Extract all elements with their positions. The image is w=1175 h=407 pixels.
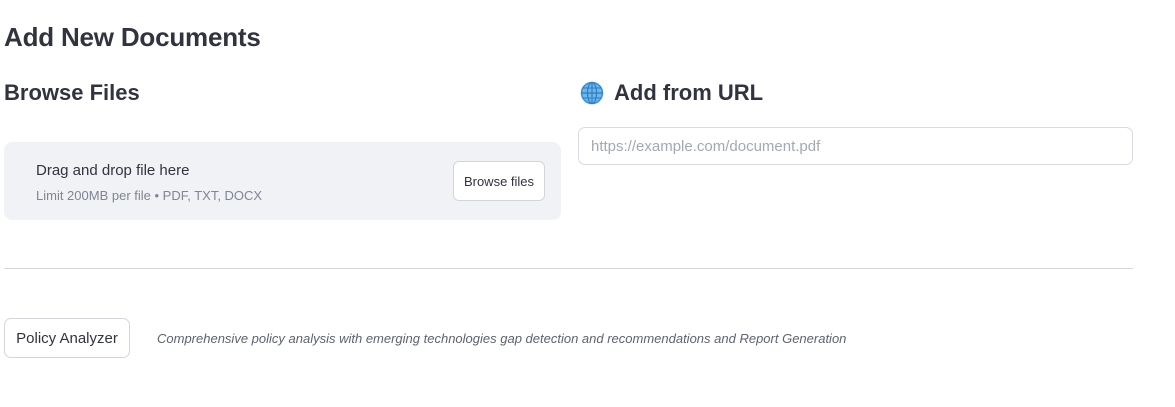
policy-analyzer-button[interactable]: Policy Analyzer: [4, 318, 130, 358]
add-from-url-heading: Add from URL: [580, 80, 763, 106]
policy-analyzer-caption: Comprehensive policy analysis with emerg…: [157, 331, 847, 346]
browse-files-button[interactable]: Browse files: [453, 161, 545, 201]
add-from-url-label: Add from URL: [614, 80, 764, 105]
section-divider: [4, 268, 1133, 269]
page: Add New Documents Browse Files Add from …: [0, 0, 1175, 407]
dropzone-limit-text: Limit 200MB per file • PDF, TXT, DOCX: [36, 188, 263, 203]
dropzone-instruction: Drag and drop file here: [36, 162, 190, 179]
browse-files-heading: Browse Files: [4, 80, 140, 105]
file-dropzone[interactable]: Drag and drop file here Limit 200MB per …: [4, 142, 561, 220]
url-input[interactable]: [578, 127, 1133, 165]
globe-icon: [580, 81, 604, 105]
page-title: Add New Documents: [4, 22, 261, 52]
